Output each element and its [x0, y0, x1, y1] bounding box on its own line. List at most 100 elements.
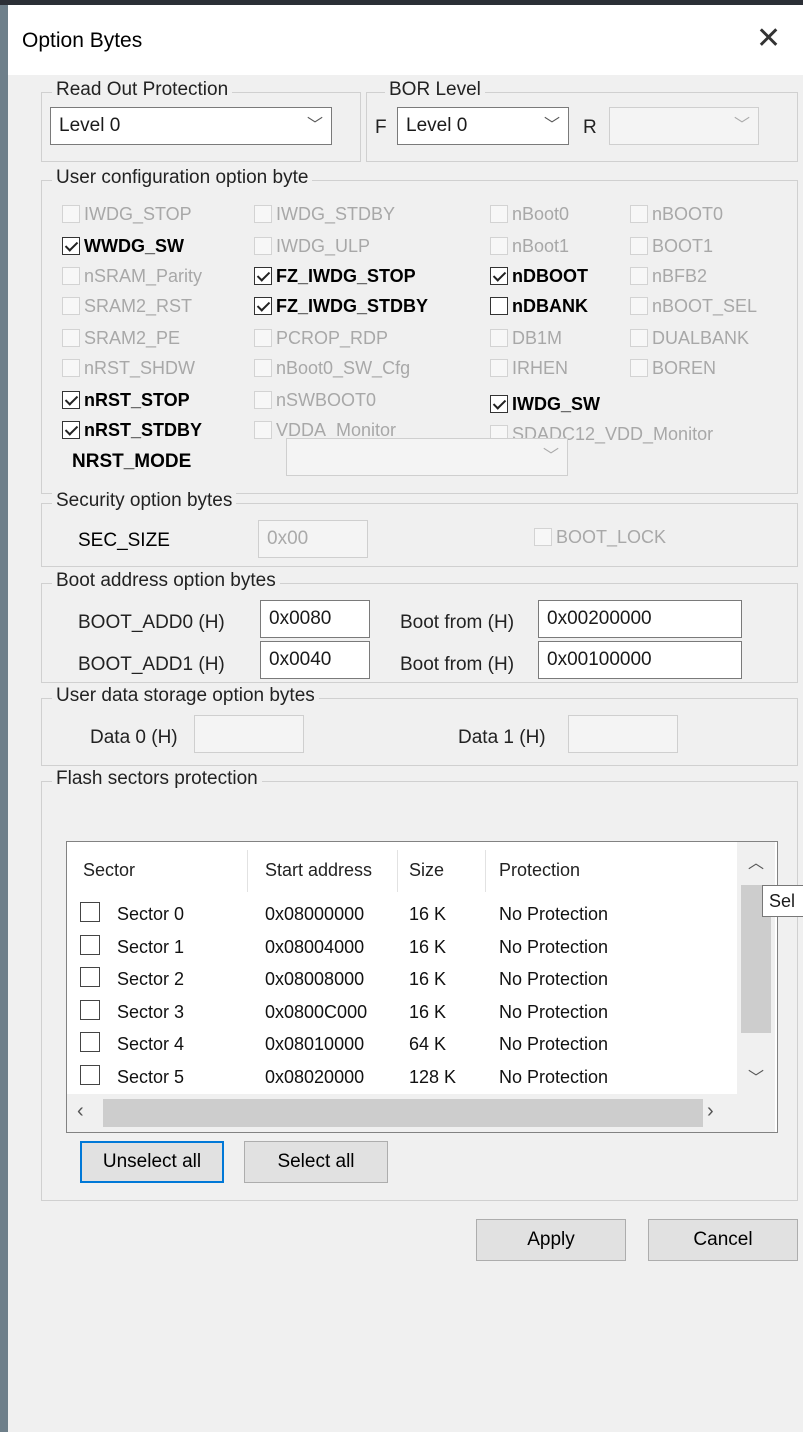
window-title: Option Bytes — [22, 29, 143, 52]
read-out-protection-select[interactable]: Level 0 ﹀ — [50, 107, 332, 145]
checkbox-label: IWDG_SW — [512, 393, 600, 414]
table-row[interactable]: Sector 3 0x0800C000 16 K No Protection — [67, 996, 737, 1028]
checkbox-iwdg-stdby: IWDG_STDBY — [254, 201, 395, 227]
sector-table-header: Sector Start address Size Protection — [67, 842, 737, 898]
checkbox-label: WWDG_SW — [84, 235, 184, 256]
unselect-all-button[interactable]: Unselect all — [80, 1141, 224, 1183]
sector-checkbox[interactable] — [80, 902, 100, 922]
chevron-left-icon[interactable]: ‹ — [77, 1100, 84, 1123]
checkbox-wwdg-sw[interactable]: WWDG_SW — [62, 233, 184, 259]
boot-from0-input[interactable]: 0x00200000 — [538, 600, 742, 638]
boot-from1-input[interactable]: 0x00100000 — [538, 641, 742, 679]
checkbox-box — [490, 237, 508, 255]
security-group: Security option bytes SEC_SIZE 0x00 BOOT… — [41, 490, 798, 567]
table-row[interactable]: Sector 2 0x08008000 16 K No Protection — [67, 963, 737, 995]
checkbox-db1m: DB1M — [490, 325, 562, 351]
checkbox-sram2-rst: SRAM2_RST — [62, 293, 192, 319]
close-icon[interactable]: ✕ — [756, 21, 781, 56]
read-out-protection-group: Read Out Protection Level 0 ﹀ — [41, 79, 361, 162]
nrst-mode-select: ﹀ — [286, 438, 568, 476]
sector-checkbox[interactable] — [80, 1000, 100, 1020]
checkbox-ndbank[interactable]: nDBANK — [490, 293, 588, 319]
checkbox-box — [534, 528, 552, 546]
table-row[interactable]: Sector 4 0x08010000 64 K No Protection — [67, 1028, 737, 1060]
checkbox-sram2-pe: SRAM2_PE — [62, 325, 180, 351]
apply-button[interactable]: Apply — [476, 1219, 626, 1261]
col-sector[interactable]: Sector — [83, 860, 135, 881]
cancel-button[interactable]: Cancel — [648, 1219, 798, 1261]
scroll-thumb[interactable] — [103, 1099, 703, 1127]
checkbox-nboot1: nBoot1 — [490, 233, 569, 259]
cell-sector: Sector 1 — [117, 937, 185, 957]
chevron-down-icon: ﹀ — [542, 448, 559, 465]
checkbox-box — [62, 329, 80, 347]
flash-protection-legend: Flash sectors protection — [52, 768, 262, 790]
checkbox-label: nBOOT0 — [652, 203, 724, 224]
sector-checkbox[interactable] — [80, 967, 100, 987]
chevron-down-icon[interactable]: ﹀ — [748, 1064, 764, 1088]
cell-sector: Sector 7 — [117, 1132, 184, 1133]
bor-f-select[interactable]: Level 0 ﹀ — [397, 107, 569, 145]
checkbox-label: FZ_IWDG_STDBY — [276, 295, 429, 316]
checkbox-label: PCROP_RDP — [276, 327, 389, 348]
checkbox-nrst-stdby[interactable]: nRST_STDBY — [62, 417, 202, 443]
sector-checkbox[interactable] — [80, 935, 100, 955]
checkbox-iwdg-sw[interactable]: IWDG_SW — [490, 391, 600, 417]
sector-checkbox[interactable] — [80, 1065, 100, 1085]
checkbox-label: nDBANK — [512, 295, 588, 316]
boot-add0-input[interactable]: 0x0080 — [260, 600, 370, 638]
checkbox-ndboot[interactable]: nDBOOT — [490, 263, 588, 289]
chevron-right-icon[interactable]: › — [707, 1100, 714, 1123]
bor-level-legend: BOR Level — [385, 79, 485, 101]
select-all-button[interactable]: Select all — [244, 1141, 388, 1183]
boot-add1-input[interactable]: 0x0040 — [260, 641, 370, 679]
sector-checkbox[interactable] — [80, 1032, 100, 1052]
checkbox-fz-iwdg-stdby[interactable]: FZ_IWDG_STDBY — [254, 293, 428, 319]
checkbox-fz-iwdg-stop[interactable]: FZ_IWDG_STOP — [254, 263, 416, 289]
col-start-address[interactable]: Start address — [265, 860, 372, 881]
cell-address: 0x08020000 — [265, 1067, 365, 1087]
vertical-scrollbar[interactable]: ︿ ﹀ — [737, 842, 775, 1094]
checkbox-dualbank: DUALBANK — [630, 325, 749, 351]
table-row[interactable]: Sector 1 0x08004000 16 K No Protection — [67, 931, 737, 963]
boot-from0-label: Boot from (H) — [400, 612, 515, 633]
checkbox-box — [630, 205, 648, 223]
checkbox-nbfb2: nBFB2 — [630, 263, 707, 289]
checkbox-box — [630, 329, 648, 347]
checkbox-label: nRST_SHDW — [84, 357, 196, 378]
table-row[interactable]: Sector 0 0x08000000 16 K No Protection — [67, 898, 737, 930]
cell-sector: Sector 3 — [117, 1002, 185, 1022]
checkbox-label: FZ_IWDG_STOP — [276, 265, 416, 286]
chevron-up-icon[interactable]: ︿ — [748, 849, 764, 873]
col-size[interactable]: Size — [409, 860, 444, 881]
user-data-legend: User data storage option bytes — [52, 685, 319, 707]
checkbox-label: BOOT1 — [652, 235, 714, 256]
checkbox-box — [254, 329, 272, 347]
checkbox-box — [490, 359, 508, 377]
bor-r-label: R — [583, 117, 597, 138]
horizontal-scrollbar[interactable]: ‹ › — [67, 1094, 775, 1132]
checkbox-box — [62, 359, 80, 377]
cell-address: 0x08010000 — [265, 1034, 365, 1054]
sec-size-input: 0x00 — [258, 520, 368, 558]
cell-address: 0x08008000 — [265, 969, 365, 989]
checkbox-label: nSWBOOT0 — [276, 389, 377, 410]
cell-protection: No Protection — [499, 1002, 609, 1022]
checkbox-box — [62, 267, 80, 285]
bor-f-value: Level 0 — [406, 115, 468, 136]
checkbox-label: nRST_STDBY — [84, 419, 203, 440]
boot-add1-label: BOOT_ADD1 (H) — [78, 654, 225, 675]
col-protection[interactable]: Protection — [499, 860, 580, 881]
column-divider — [247, 850, 248, 892]
checkbox-label: nSRAM_Parity — [84, 265, 203, 286]
table-row[interactable]: Sector 5 0x08020000 128 K No Protection — [67, 1061, 737, 1093]
checkbox-box — [630, 297, 648, 315]
data1-input — [568, 715, 678, 753]
checkbox-box — [630, 267, 648, 285]
cell-size: 16 K — [409, 1002, 447, 1022]
checkbox-nboot-sel: nBOOT_SEL — [630, 293, 757, 319]
boot-address-legend: Boot address option bytes — [52, 570, 280, 592]
boot-address-group: Boot address option bytes BOOT_ADD0 (H) … — [41, 570, 798, 683]
checkbox-nrst-stop[interactable]: nRST_STOP — [62, 387, 190, 413]
option-bytes-dialog: Option Bytes ✕ Read Out Protection Level… — [8, 5, 803, 1432]
